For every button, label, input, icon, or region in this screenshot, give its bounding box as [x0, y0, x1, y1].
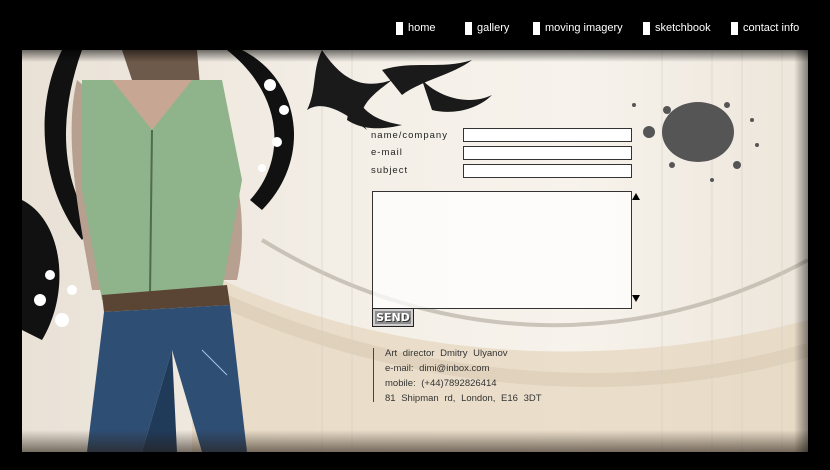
name-company-label: name/company [371, 130, 448, 141]
nav-sketchbook-label: sketchbook [655, 22, 711, 34]
scroll-down-arrow-icon[interactable] [632, 295, 640, 302]
scroll-up-arrow-icon[interactable] [632, 193, 640, 200]
send-button[interactable]: SEND [372, 308, 414, 327]
model-figure-illustration [71, 50, 247, 452]
contact-mobile: mobile: (+44)7892826414 [385, 378, 497, 389]
subject-label: subject [371, 165, 409, 176]
grunge-edge-top [22, 50, 808, 62]
nav-square-icon [731, 21, 738, 35]
nav-square-icon [533, 21, 540, 35]
grunge-edge-bottom [22, 430, 808, 452]
floral-flourish [307, 50, 492, 130]
artwork-stage: name/company e-mail subject SEND Art dir… [22, 50, 808, 452]
nav-contact-info-label: contact info [743, 22, 800, 34]
nav-home[interactable]: home [396, 21, 436, 35]
nav-square-icon [465, 21, 472, 35]
contact-name: Art director Dmitry Ulyanov [385, 348, 508, 359]
email-label: e-mail [371, 147, 403, 158]
contact-email: e-mail: dimi@inbox.com [385, 363, 490, 374]
email-input[interactable] [463, 146, 632, 160]
contact-divider [373, 348, 374, 402]
nav-moving-imagery[interactable]: moving imagery [533, 21, 623, 35]
nav-contact-info[interactable]: contact info [731, 21, 799, 35]
nav-square-icon [396, 21, 403, 35]
nav-gallery[interactable]: gallery [465, 21, 509, 35]
nav-gallery-label: gallery [477, 22, 510, 34]
ink-splat [632, 102, 759, 182]
nav-square-icon [643, 21, 650, 35]
message-textarea[interactable] [372, 191, 632, 309]
nav-moving-imagery-label: moving imagery [545, 22, 623, 34]
contact-address: 81 Shipman rd, London, E16 3DT [385, 393, 542, 404]
nav-sketchbook[interactable]: sketchbook [643, 21, 711, 35]
top-navigation: home gallery moving imagery sketchbook c… [0, 0, 830, 50]
grunge-edge-right [794, 50, 808, 452]
nav-home-label: home [408, 22, 436, 34]
subject-input[interactable] [463, 164, 632, 178]
name-company-input[interactable] [463, 128, 632, 142]
